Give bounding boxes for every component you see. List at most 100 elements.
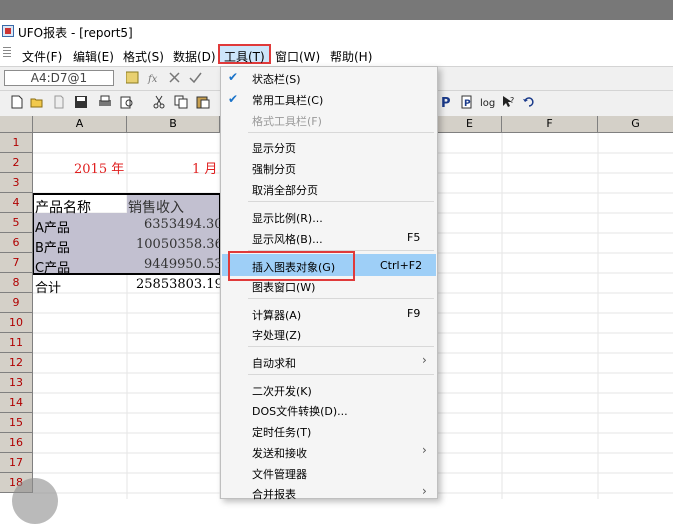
open-folder-icon[interactable] [30,95,44,109]
menu-edit[interactable]: 编辑(E) [73,48,114,65]
insert-chart-red-box [228,251,355,281]
menu-separator [248,298,434,299]
column-header-f[interactable]: F [502,116,598,133]
svg-text:P: P [464,99,471,109]
checkmark-icon: ✔ [228,70,239,84]
menu-item-auto-sum[interactable]: 自动求和 [252,355,296,371]
help-cursor-icon[interactable]: ? [502,95,516,109]
menu-item-standard-toolbar[interactable]: 常用工具栏(C) [252,92,323,108]
column-header-b[interactable]: B [127,116,220,133]
shortcut-label: F5 [407,231,421,244]
menu-file[interactable]: 文件(F) [22,48,62,65]
column-header-a[interactable]: A [33,116,127,133]
row-header[interactable]: 3 [0,173,33,193]
checkmark-icon: ✔ [228,92,239,106]
undo-icon[interactable] [522,95,536,109]
row-header[interactable]: 15 [0,413,33,433]
print-icon[interactable] [98,95,112,109]
row-header[interactable]: 8 [0,273,33,293]
menu-help[interactable]: 帮助(H) [330,48,372,65]
row-header[interactable]: 2 [0,153,33,173]
cell-product-name[interactable]: A产品 [35,217,70,236]
paste-icon[interactable] [196,95,210,109]
menu-item-display-scale[interactable]: 显示比例(R)... [252,210,323,226]
menu-item-cancel-all-breaks[interactable]: 取消全部分页 [252,182,318,198]
function-wizard-icon [126,71,139,84]
row-header[interactable]: 6 [0,233,33,253]
new-file-icon[interactable] [10,95,24,109]
submenu-arrow-icon: › [422,484,427,498]
svg-text:log: log [480,98,495,109]
cell-year[interactable]: 2015 年 [74,158,124,177]
menu-item-send-receive[interactable]: 发送和接收 [252,445,307,461]
cell-product-name[interactable]: C产品 [35,257,70,276]
save-icon[interactable] [74,95,88,109]
row-header[interactable]: 13 [0,373,33,393]
blank-doc-icon[interactable] [52,95,66,109]
menu-item-status-bar[interactable]: 状态栏(S) [252,71,301,87]
menu-item-format-toolbar: 格式工具栏(F) [252,115,322,128]
cell-header-sales[interactable]: 销售收入 [128,197,184,217]
menu-item-dos-convert[interactable]: DOS文件转换(D)... [252,403,348,419]
menu-item-force-page-break[interactable]: 强制分页 [252,161,296,177]
menu-item-display-style[interactable]: 显示风格(B)... [252,231,323,247]
menu-tools[interactable]: 工具(T) [224,48,265,65]
menu-item-word-processing[interactable]: 字处理(Z) [252,327,301,343]
cell-reference-input[interactable]: A4:D7@1 [4,70,114,86]
row-header[interactable]: 17 [0,453,33,473]
cell-header-name[interactable]: 产品名称 [35,197,91,217]
row-header[interactable]: 7 [0,253,33,273]
formula-icons: fx [126,71,202,85]
fx-icon: fx [147,74,158,85]
menu-format[interactable]: 格式(S) [123,48,164,65]
menu-separator [248,201,434,202]
menu-item-merge-reports[interactable]: 合并报表 [252,486,296,502]
menu-window[interactable]: 窗口(W) [275,48,320,65]
confirm-icon [189,72,202,84]
column-header-g[interactable]: G [598,116,673,133]
copy-icon[interactable] [174,95,188,109]
menu-item-calculator[interactable]: 计算器(A) [252,307,301,323]
row-header[interactable]: 14 [0,393,33,413]
menu-separator [248,132,434,133]
menu-data[interactable]: 数据(D) [173,48,216,65]
cell-product-value[interactable]: 6353494.30 [144,217,223,232]
page-setup-icon[interactable]: P [460,95,474,109]
submenu-arrow-icon: › [422,443,427,457]
cell-month[interactable]: 1 月 [192,158,217,177]
cancel-icon [169,72,180,83]
menu-separator [248,374,434,375]
svg-text:P: P [441,96,451,109]
menu-separator [248,346,434,347]
cell-product-value[interactable]: 10050358.36 [136,237,223,252]
corner-header[interactable] [0,116,33,133]
column-header-e[interactable]: E [438,116,502,133]
print-preview-icon[interactable] [120,95,134,109]
window-title: UFO报表 - [report5] [18,26,133,40]
row-header[interactable]: 4 [0,193,33,213]
submenu-arrow-icon: › [422,353,427,367]
cell-total-value[interactable]: 25853803.19 [136,277,223,292]
menu-item-scheduled-task[interactable]: 定时任务(T) [252,424,311,440]
menu-item-secondary-dev[interactable]: 二次开发(K) [252,383,312,399]
row-header[interactable]: 1 [0,133,33,153]
svg-text:?: ? [510,96,514,105]
row-header[interactable]: 11 [0,333,33,353]
row-header[interactable]: 9 [0,293,33,313]
row-header[interactable]: 5 [0,213,33,233]
row-header[interactable]: 10 [0,313,33,333]
shortcut-label: Ctrl+F2 [380,259,423,272]
shortcut-label: F9 [407,307,421,320]
log-icon[interactable]: log [480,95,498,109]
menu-item-file-manager[interactable]: 文件管理器 [252,466,307,482]
cell-product-value[interactable]: 9449950.53 [144,257,223,272]
row-header[interactable]: 16 [0,433,33,453]
menu-item-chart-window[interactable]: 图表窗口(W) [252,279,315,295]
cell-total-label[interactable]: 合计 [35,277,61,296]
menu-item-show-pagination[interactable]: 显示分页 [252,140,296,156]
cell-product-name[interactable]: B产品 [35,237,70,256]
scroll-overlay-button[interactable] [12,478,58,524]
p-icon[interactable]: P [440,95,454,109]
row-header[interactable]: 12 [0,353,33,373]
cut-icon[interactable] [152,95,166,109]
